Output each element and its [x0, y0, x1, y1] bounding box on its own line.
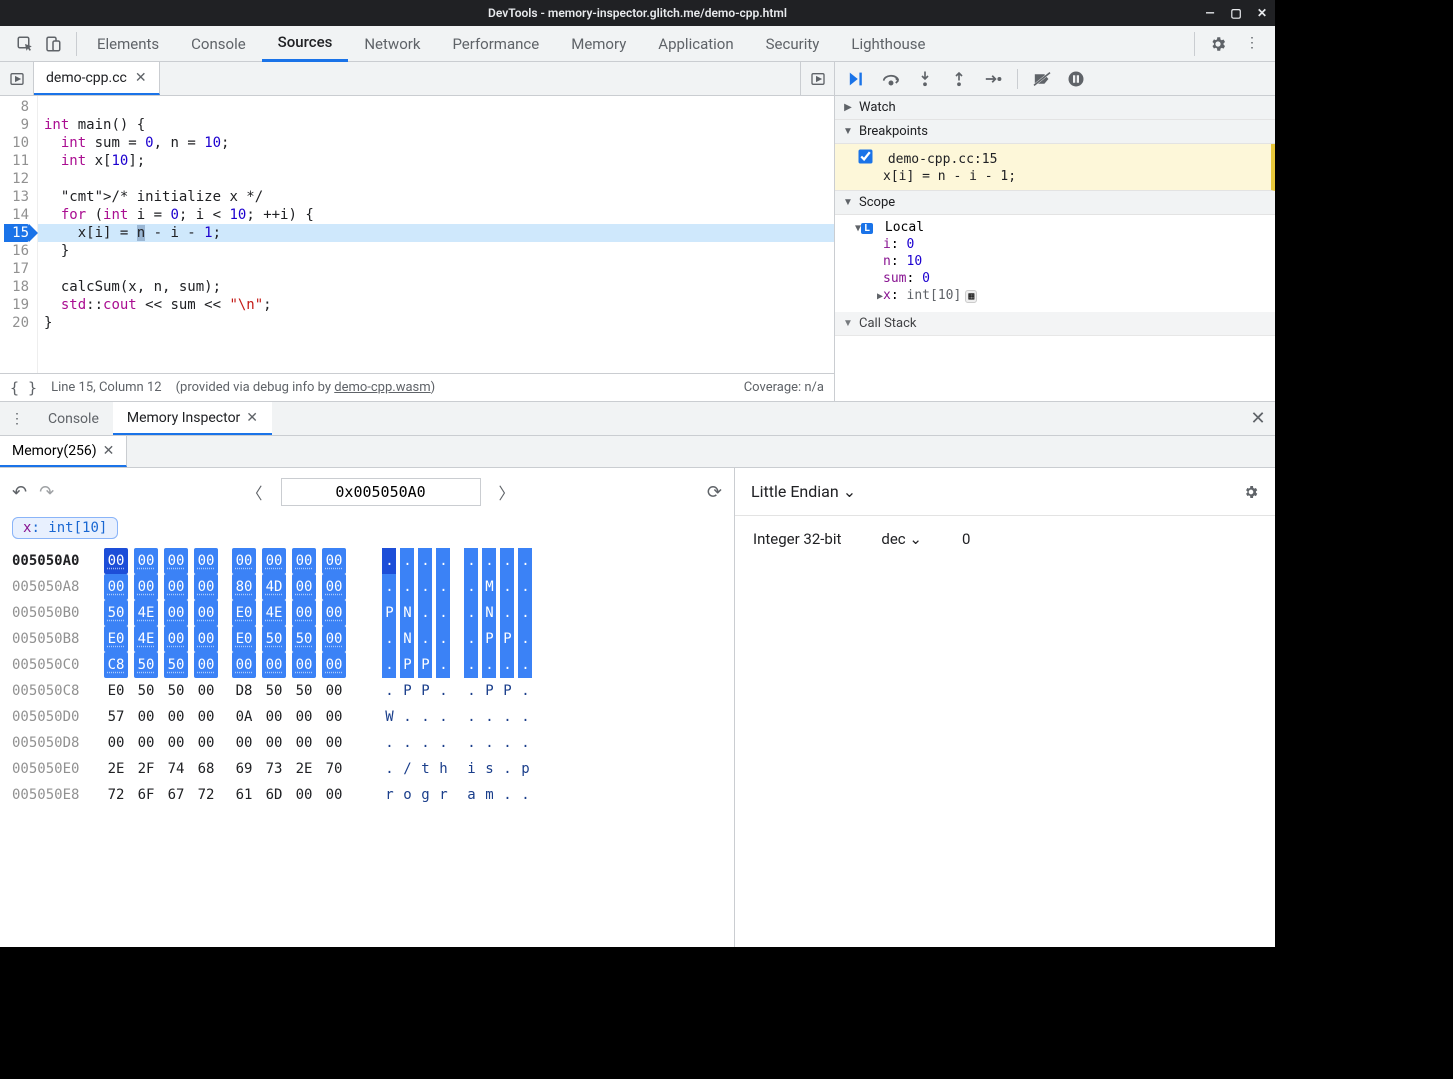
- hex-viewer[interactable]: 005050A00000000000000000|........005050A…: [0, 544, 734, 812]
- scope-variable[interactable]: ▶i: 0: [877, 236, 1265, 253]
- step-into-icon[interactable]: [915, 69, 935, 89]
- main-tab-console[interactable]: Console: [175, 26, 262, 62]
- close-drawer-icon[interactable]: ✕: [1241, 402, 1275, 435]
- scope-variable[interactable]: ▶sum: 0: [877, 270, 1265, 287]
- drawer-more-icon[interactable]: ⋮: [0, 402, 34, 435]
- main-tab-memory[interactable]: Memory: [555, 26, 642, 62]
- debugger-toolbar: [835, 62, 1275, 96]
- memory-instance-tabs: Memory(256) ✕: [0, 436, 1275, 468]
- close-tab-icon[interactable]: ✕: [246, 410, 258, 426]
- window-titlebar: DevTools - memory-inspector.glitch.me/de…: [0, 0, 1275, 26]
- window-close-icon[interactable]: ✕: [1255, 6, 1269, 20]
- collapse-icon: ▼: [843, 318, 853, 329]
- step-over-icon[interactable]: [881, 69, 901, 89]
- drawer-tab-console[interactable]: Console: [34, 402, 113, 435]
- hex-row[interactable]: 005050A800000000804D0000|.....M..: [12, 574, 722, 600]
- window-title: DevTools - memory-inspector.glitch.me/de…: [488, 6, 787, 20]
- value-interpreter-row: Integer 32-bit dec ⌄ 0: [735, 516, 1275, 562]
- main-tab-lighthouse[interactable]: Lighthouse: [835, 26, 941, 62]
- hex-row[interactable]: 005050B8E04E0000E0505000|.N...PP.: [12, 626, 722, 652]
- file-tab-label: demo-cpp.cc: [46, 70, 127, 86]
- debug-info-source: (provided via debug info by demo-cpp.was…: [176, 380, 436, 395]
- hex-row[interactable]: 005050D80000000000000000|........: [12, 730, 722, 756]
- reveal-in-memory-icon[interactable]: ▦: [965, 290, 977, 303]
- interp-value: 0: [962, 530, 970, 548]
- wasm-source-link[interactable]: demo-cpp.wasm: [334, 380, 430, 395]
- navigator-toggle-icon[interactable]: [0, 62, 34, 95]
- file-tab-demo-cpp[interactable]: demo-cpp.cc ✕: [34, 62, 160, 95]
- memory-tab[interactable]: Memory(256) ✕: [0, 436, 127, 467]
- device-toggle-icon[interactable]: [44, 35, 62, 53]
- main-tab-security[interactable]: Security: [750, 26, 836, 62]
- radix-select[interactable]: dec ⌄: [881, 530, 922, 548]
- next-page-icon[interactable]: 〉: [499, 480, 515, 504]
- main-tab-elements[interactable]: Elements: [81, 26, 175, 62]
- breakpoints-section-header[interactable]: ▼ Breakpoints: [835, 120, 1275, 144]
- editor-status-bar: { } Line 15, Column 12 (provided via deb…: [0, 373, 834, 401]
- interp-type: Integer 32-bit: [753, 530, 841, 548]
- value-interpreter-toolbar: Little Endian ⌄: [735, 468, 1275, 516]
- settings-gear-icon[interactable]: [1209, 35, 1227, 53]
- file-tab-bar: demo-cpp.cc ✕: [0, 62, 834, 96]
- hex-row[interactable]: 005050B0504E0000E04E0000|PN...N..: [12, 600, 722, 626]
- code-editor[interactable]: 891011121314151617181920 int main() { in…: [0, 96, 834, 373]
- prev-page-icon[interactable]: 〈: [247, 480, 263, 504]
- breakpoint-checkbox[interactable]: [858, 149, 872, 163]
- history-back-icon[interactable]: ↶: [12, 482, 27, 503]
- hex-row[interactable]: 005050D0570000000A000000|W.......: [12, 704, 722, 730]
- chevron-down-icon: ⌄: [909, 530, 922, 548]
- hex-row[interactable]: 005050E8726F6772616D0000|rogram..: [12, 782, 722, 808]
- resume-icon[interactable]: [847, 69, 867, 89]
- expand-icon: ▶: [843, 102, 853, 113]
- scope-variable[interactable]: ▶n: 10: [877, 253, 1265, 270]
- refresh-icon[interactable]: ⟳: [707, 482, 722, 503]
- hex-row[interactable]: 005050A00000000000000000|........: [12, 548, 722, 574]
- window-minimize-icon[interactable]: —: [1203, 6, 1217, 20]
- deactivate-breakpoints-icon[interactable]: [1032, 69, 1052, 89]
- memory-toolbar: ↶ ↷ 〈 〉 ⟳: [0, 468, 734, 516]
- pretty-print-icon[interactable]: { }: [10, 379, 37, 397]
- main-tab-application[interactable]: Application: [642, 26, 749, 62]
- endianness-select[interactable]: Little Endian ⌄: [751, 482, 856, 501]
- main-tab-performance[interactable]: Performance: [436, 26, 555, 62]
- hex-row[interactable]: 005050C8E0505000D8505000|.PP..PP.: [12, 678, 722, 704]
- step-icon[interactable]: [983, 69, 1003, 89]
- main-tab-network[interactable]: Network: [348, 26, 436, 62]
- memory-tab-label: Memory(256): [12, 443, 97, 459]
- scope-local[interactable]: ▼L Local: [855, 219, 1265, 236]
- cursor-position: Line 15, Column 12: [51, 380, 161, 395]
- inspect-element-icon[interactable]: [16, 35, 34, 53]
- close-tab-icon[interactable]: ✕: [135, 70, 147, 86]
- interpreter-settings-icon[interactable]: [1243, 484, 1259, 500]
- run-snippet-icon[interactable]: [800, 62, 834, 95]
- history-forward-icon[interactable]: ↷: [39, 482, 54, 503]
- breakpoint-item[interactable]: demo-cpp.cc:15 x[i] = n - i - 1;: [835, 144, 1275, 191]
- main-tab-sources[interactable]: Sources: [262, 26, 349, 62]
- more-options-icon[interactable]: ⋮: [1245, 35, 1259, 53]
- drawer-tab-memory-inspector[interactable]: Memory Inspector✕: [113, 402, 272, 435]
- devtools-main-tabs: ElementsConsoleSourcesNetworkPerformance…: [0, 26, 1275, 62]
- callstack-section-header[interactable]: ▼ Call Stack: [835, 312, 1275, 336]
- step-out-icon[interactable]: [949, 69, 969, 89]
- breakpoint-location: demo-cpp.cc:15: [888, 152, 998, 167]
- object-highlight-chip[interactable]: x: int[10]: [12, 517, 118, 539]
- collapse-icon: ▼: [843, 197, 853, 208]
- scope-variable[interactable]: ▶x: int[10]▦: [877, 287, 1265, 304]
- close-memory-tab-icon[interactable]: ✕: [103, 443, 115, 459]
- window-maximize-icon[interactable]: ▢: [1229, 6, 1243, 20]
- chevron-down-icon: ⌄: [843, 482, 856, 501]
- hex-row[interactable]: 005050C0C850500000000000|.PP.....: [12, 652, 722, 678]
- breakpoint-snippet: x[i] = n - i - 1;: [859, 167, 1261, 184]
- pause-exceptions-icon[interactable]: [1066, 69, 1086, 89]
- watch-section-header[interactable]: ▶ Watch: [835, 96, 1275, 120]
- collapse-icon: ▼: [843, 126, 853, 137]
- hex-row[interactable]: 005050E02E2F746869732E70|./this.p: [12, 756, 722, 782]
- scope-section-header[interactable]: ▼ Scope: [835, 191, 1275, 215]
- coverage-status: Coverage: n/a: [744, 380, 824, 395]
- address-input[interactable]: [281, 478, 481, 506]
- drawer-tab-bar: ⋮ ConsoleMemory Inspector✕ ✕: [0, 402, 1275, 436]
